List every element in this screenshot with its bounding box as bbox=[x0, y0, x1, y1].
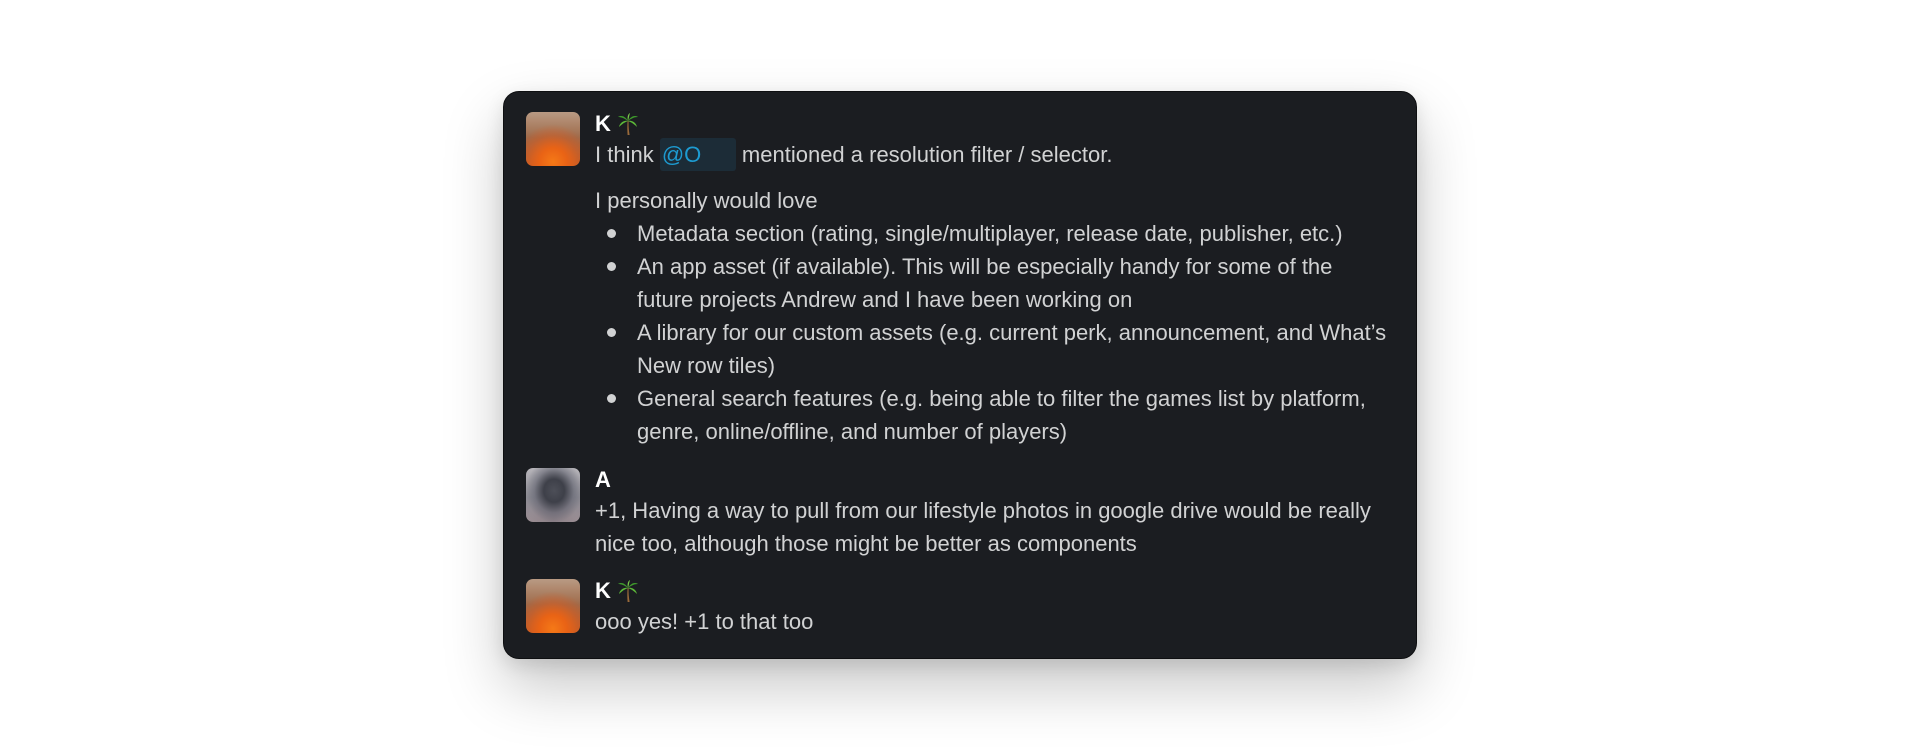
list-item-text: General search features (e.g. being able… bbox=[637, 386, 1366, 444]
avatar[interactable] bbox=[526, 468, 580, 522]
message-sender: K bbox=[595, 577, 1394, 605]
message-text: ooo yes! +1 to that too bbox=[595, 609, 814, 634]
message-content: K I think @O mentioned a resolution filt… bbox=[595, 110, 1394, 448]
list-item-text: A library for our custom assets (e.g. cu… bbox=[637, 320, 1387, 378]
message-text: +1, Having a way to pull from our lifest… bbox=[595, 498, 1371, 556]
bullet-dot bbox=[607, 394, 616, 403]
user-mention[interactable]: @O bbox=[659, 138, 736, 171]
message-text-segment: mentioned a resolution filter / selector… bbox=[735, 142, 1113, 167]
avatar[interactable] bbox=[526, 112, 580, 166]
list-item: A library for our custom assets (e.g. cu… bbox=[595, 316, 1394, 382]
message-text: I think @O mentioned a resolution filter… bbox=[595, 138, 1394, 171]
message-intro: I personally would love bbox=[595, 188, 818, 213]
list-item: General search features (e.g. being able… bbox=[595, 382, 1394, 448]
bullet-dot bbox=[607, 262, 616, 271]
list-item-text: Metadata section (rating, single/multipl… bbox=[637, 221, 1343, 246]
palm-tree-icon bbox=[616, 112, 640, 136]
sender-name[interactable]: A bbox=[595, 467, 611, 493]
message-item: K I think @O mentioned a resolution filt… bbox=[526, 110, 1394, 457]
palm-tree-icon bbox=[616, 579, 640, 603]
bullet-list: Metadata section (rating, single/multipl… bbox=[595, 217, 1394, 448]
avatar[interactable] bbox=[526, 579, 580, 633]
sender-name[interactable]: K bbox=[595, 111, 611, 137]
message-thread-card: K I think @O mentioned a resolution filt… bbox=[503, 91, 1417, 659]
bullet-dot bbox=[607, 328, 616, 337]
list-item-text: An app asset (if available). This will b… bbox=[637, 254, 1333, 312]
sender-name[interactable]: K bbox=[595, 578, 611, 604]
list-item: Metadata section (rating, single/multipl… bbox=[595, 217, 1394, 250]
list-item: An app asset (if available). This will b… bbox=[595, 250, 1394, 316]
bullet-dot bbox=[607, 229, 616, 238]
message-sender: K bbox=[595, 110, 1394, 138]
message-item: K ooo yes! +1 to that too bbox=[526, 577, 1394, 639]
message-text-segment: I think bbox=[595, 142, 660, 167]
message-content: K ooo yes! +1 to that too bbox=[595, 577, 1394, 638]
message-sender: A bbox=[595, 466, 1394, 494]
message-item: A +1, Having a way to pull from our life… bbox=[526, 466, 1394, 564]
message-content: A +1, Having a way to pull from our life… bbox=[595, 466, 1394, 560]
